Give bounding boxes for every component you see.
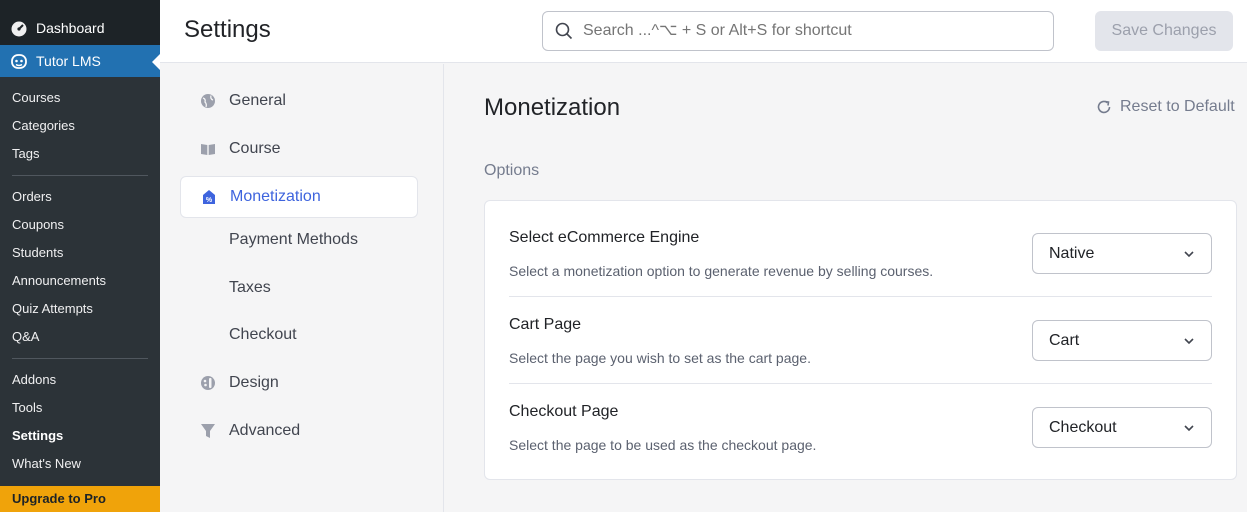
nav-subitem-checkout[interactable]: Checkout [229,323,297,347]
svg-text:%: % [206,197,213,204]
save-changes-button[interactable]: Save Changes [1095,11,1233,51]
settings-header: Settings Save Changes [160,0,1247,63]
menu-divider [12,358,148,359]
wp-menu-tutor-lms[interactable]: Tutor LMS [0,45,160,77]
reset-to-default-button[interactable]: Reset to Default [1096,98,1235,116]
nav-subitem-payment-methods[interactable]: Payment Methods [229,228,358,252]
monetization-icon: % [201,189,217,205]
option-description: Select the page you wish to set as the c… [509,350,811,366]
nav-item-monetization[interactable]: % Monetization [180,176,418,218]
wp-submenu-orders[interactable]: Orders [0,183,160,211]
select-value: Cart [1049,331,1080,349]
nav-subitem-taxes[interactable]: Taxes [229,276,271,300]
section-title: Monetization [484,94,621,121]
option-row-ecommerce-engine: Select eCommerce Engine Select a monetiz… [509,210,1212,297]
active-menu-arrow [152,54,160,70]
wp-submenu: Courses Categories Tags Orders Coupons S… [0,77,160,512]
dashboard-icon [10,19,28,37]
chevron-down-icon [1183,422,1195,434]
wp-submenu-settings[interactable]: Settings [0,422,160,450]
option-title: Checkout Page [509,403,619,420]
options-card: Select eCommerce Engine Select a monetiz… [484,200,1237,480]
palette-icon [200,375,216,391]
cart-page-select[interactable]: Cart [1032,320,1212,361]
nav-item-label: General [229,92,286,109]
wp-menu-dashboard[interactable]: Dashboard [0,14,160,42]
nav-item-general[interactable]: General [180,80,418,122]
nav-item-course[interactable]: Course [180,128,418,170]
wp-submenu-categories[interactable]: Categories [0,112,160,140]
wp-submenu-tools[interactable]: Tools [0,394,160,422]
settings-content: Monetization Reset to Default Options Se… [444,64,1247,512]
checkout-page-select[interactable]: Checkout [1032,407,1212,448]
wp-submenu-whats-new[interactable]: What's New [0,450,160,478]
wp-submenu-quiz-attempts[interactable]: Quiz Attempts [0,295,160,323]
book-icon [200,141,216,157]
option-title: Cart Page [509,316,582,333]
wp-submenu-addons[interactable]: Addons [0,366,160,394]
option-row-checkout-page: Checkout Page Select the page to be used… [509,384,1212,471]
wp-submenu-announcements[interactable]: Announcements [0,267,160,295]
nav-item-label: Course [229,140,281,157]
wp-admin-sidebar: Dashboard Tutor LMS Courses Categories T… [0,0,160,512]
refresh-icon [1096,99,1112,115]
search-box[interactable] [542,11,1054,51]
wp-menu-tutor-lms-label: Tutor LMS [36,53,101,69]
wp-submenu-qa[interactable]: Q&A [0,323,160,351]
globe-icon [200,93,216,109]
wp-submenu-courses[interactable]: Courses [0,84,160,112]
nav-item-advanced[interactable]: Advanced [180,410,418,452]
nav-item-design[interactable]: Design [180,362,418,404]
filter-icon [200,423,216,439]
upgrade-to-pro-link[interactable]: Upgrade to Pro [0,486,160,512]
options-label: Options [484,162,540,179]
nav-item-label: Design [229,374,279,391]
settings-nav: General Course % Monetization Payment Me… [160,64,444,512]
option-description: Select the page to be used as the checko… [509,437,817,453]
chevron-down-icon [1183,335,1195,347]
page-title: Settings [184,16,271,43]
tutor-logo-icon [10,52,28,70]
search-icon [555,22,573,40]
wp-submenu-coupons[interactable]: Coupons [0,211,160,239]
reset-label: Reset to Default [1120,98,1235,115]
nav-item-label: Advanced [229,422,301,439]
option-row-cart-page: Cart Page Select the page you wish to se… [509,297,1212,384]
wp-menu-dashboard-label: Dashboard [36,20,105,36]
search-input[interactable] [583,22,1023,40]
option-title: Select eCommerce Engine [509,229,700,246]
nav-item-label: Monetization [230,188,321,205]
chevron-down-icon [1183,248,1195,260]
select-value: Checkout [1049,418,1117,436]
option-description: Select a monetization option to generate… [509,263,934,279]
wp-submenu-students[interactable]: Students [0,239,160,267]
ecommerce-engine-select[interactable]: Native [1032,233,1212,274]
menu-divider [12,175,148,176]
wp-submenu-tags[interactable]: Tags [0,140,160,168]
select-value: Native [1049,244,1095,262]
